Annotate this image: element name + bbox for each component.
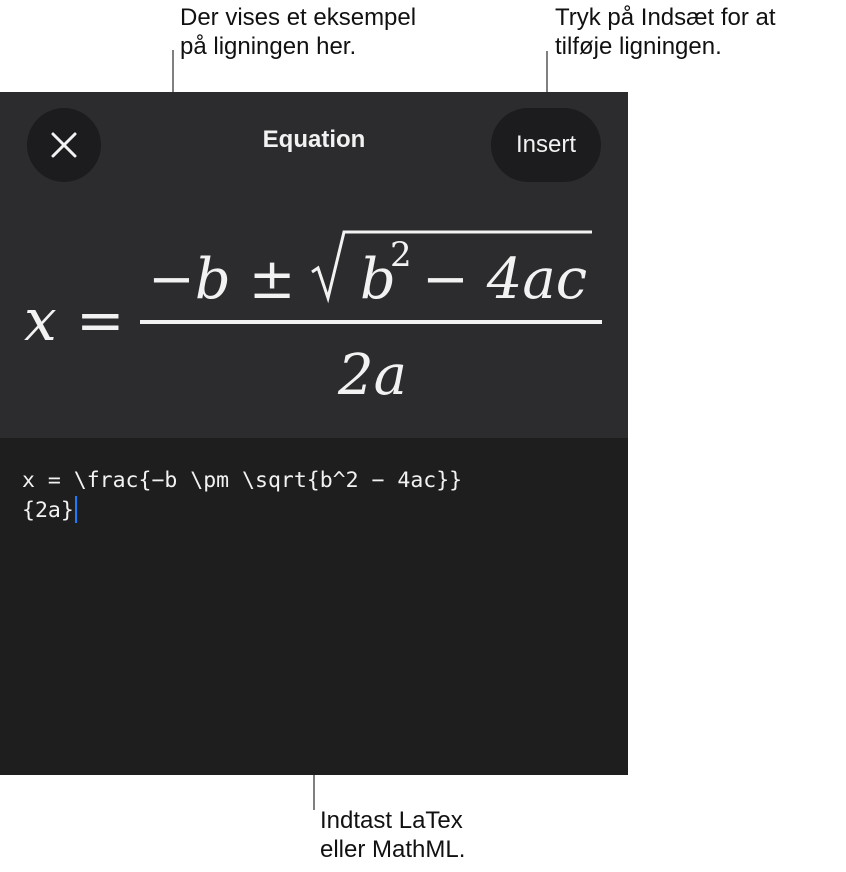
formula-radicand-exponent: 2 [390,235,412,275]
insert-callout: Tryk på Indsæt for at tilføje ligningen. [555,4,776,60]
formula-denominator: 2a [337,343,407,408]
latex-callout: Indtast LaTex eller MathML. [320,807,466,863]
sheet-title: Equation [262,126,366,153]
formula-lhs: x [24,286,57,354]
formula-equals: = [76,286,125,354]
text-cursor [74,496,77,523]
insert-button[interactable]: Insert [491,108,601,182]
fraction-bar [140,320,602,324]
latex-input[interactable]: x = \frac{−b \pm \sqrt{b^2 − 4ac}} {2a} [22,466,612,526]
preview-callout: Der vises et eksempel på ligningen her. [180,4,417,60]
close-button[interactable] [27,108,101,182]
formula-numerator-prefix: −b ± [148,247,296,312]
formula-preview: x = −b ± b 2 − 4ac 2a [24,230,602,408]
latex-text: x = \frac{−b \pm \sqrt{b^2 − 4ac}} {2a} [22,468,463,523]
equation-preview: Equation Insert x = −b ± b 2 − 4ac 2a [0,92,628,438]
equation-sheet: Equation Insert x = −b ± b 2 − 4ac 2a x … [0,92,628,775]
close-icon [51,132,77,158]
formula-radicand-rest: − 4ac [422,247,587,312]
